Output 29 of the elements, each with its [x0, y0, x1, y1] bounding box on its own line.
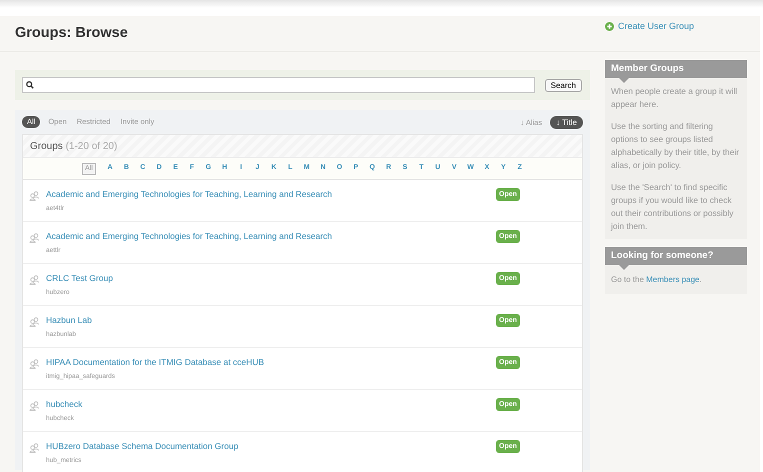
- search-icon: [26, 81, 34, 89]
- group-title-link[interactable]: Hazbun Lab: [46, 315, 92, 326]
- group-title-link[interactable]: Academic and Emerging Technologies for Teaching, Learning and Research: [46, 189, 332, 200]
- group-title-link[interactable]: HUBzero Database Schema Documentation Group: [46, 441, 238, 452]
- list-heading: Groups (1-20 of 20): [30, 140, 118, 154]
- group-title-link[interactable]: HIPAA Documentation for the ITMIG Database at cceHUB: [46, 357, 264, 368]
- members-page-link[interactable]: Members page: [646, 275, 700, 284]
- sidebar-paragraph: Use the 'Search' to find specific groups if you would like to check out their contributions or possibly join them.: [611, 181, 734, 233]
- sort-option[interactable]: ↓ Title: [550, 116, 583, 128]
- group-icon: [29, 233, 40, 243]
- group-title-link[interactable]: CRLC Test Group: [46, 273, 113, 284]
- group-icon: [29, 275, 40, 285]
- group-icon: [29, 443, 40, 453]
- create-group-link[interactable]: Create User Group: [605, 20, 694, 34]
- card-title: Member Groups: [611, 62, 684, 76]
- search-field[interactable]: [22, 77, 535, 93]
- search-button[interactable]: Search: [544, 78, 582, 92]
- sidebar-paragraph: When people create a group it will appear here.: [611, 85, 738, 111]
- group-icon: [29, 359, 40, 369]
- sidebar-paragraph: Use the sorting and filtering options to see groups listed alphabetically by their title, by their alias, or join policy.: [611, 120, 740, 172]
- page-title: Groups: Browse: [15, 24, 129, 43]
- group-icon: [29, 401, 40, 411]
- group-title-link[interactable]: hubcheck: [46, 399, 82, 410]
- card-title: Looking for someone?: [611, 248, 714, 263]
- group-title-link[interactable]: Academic and Emerging Technologies for Teaching, Learning and Research: [46, 231, 332, 242]
- group-icon: [29, 191, 40, 201]
- group-icon: [29, 317, 40, 327]
- plus-icon: [605, 22, 614, 32]
- members-hint: Go to the Members page.: [611, 274, 703, 286]
